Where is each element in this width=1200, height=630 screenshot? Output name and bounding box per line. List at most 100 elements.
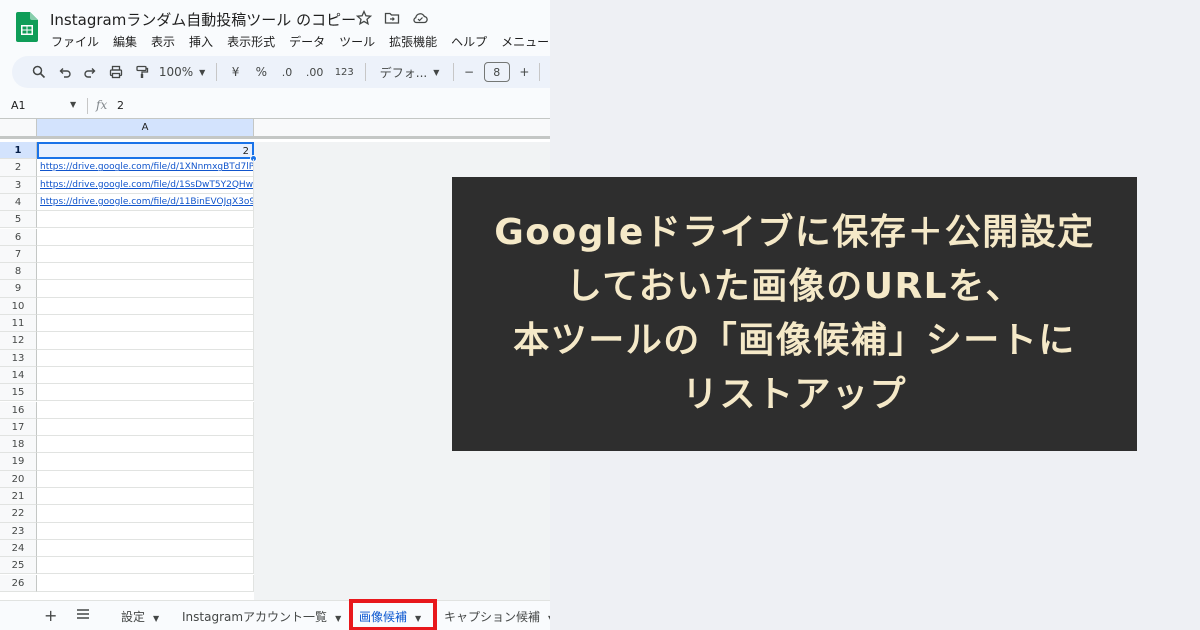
- table-cell[interactable]: [37, 505, 254, 523]
- table-cell[interactable]: [37, 436, 254, 454]
- formula-bar: A1 ▼ fx 2: [0, 95, 550, 117]
- row-header[interactable]: 26: [0, 574, 37, 592]
- row-header[interactable]: 1: [0, 142, 37, 160]
- table-cell[interactable]: [37, 539, 254, 558]
- currency-format-button[interactable]: ¥: [223, 60, 249, 84]
- table-cell[interactable]: [37, 488, 254, 506]
- row-header[interactable]: 3: [0, 176, 37, 194]
- table-cell[interactable]: [37, 211, 254, 229]
- row-header[interactable]: 21: [0, 488, 37, 506]
- menu-insert[interactable]: 挿入: [189, 33, 213, 50]
- tab-settings[interactable]: 設定 ▼: [121, 608, 159, 625]
- row-header[interactable]: 14: [0, 366, 37, 385]
- row-header[interactable]: 6: [0, 228, 37, 246]
- row-header[interactable]: 20: [0, 470, 37, 488]
- table-cell[interactable]: [37, 332, 254, 350]
- row-header[interactable]: 16: [0, 401, 37, 419]
- row-header[interactable]: 17: [0, 418, 37, 437]
- zoom-select[interactable]: 100% ▼: [154, 60, 209, 84]
- row-header[interactable]: 12: [0, 332, 37, 350]
- increase-decimal-button[interactable]: .00: [300, 60, 330, 84]
- row-header[interactable]: 8: [0, 263, 37, 281]
- menu-help[interactable]: ヘルプ: [451, 33, 487, 50]
- menu-bar: ファイル 編集 表示 挿入 表示形式 データ ツール 拡張機能 ヘルプ メニュー: [51, 33, 549, 50]
- row-header[interactable]: 25: [0, 557, 37, 575]
- row-header[interactable]: 13: [0, 349, 37, 367]
- table-cell[interactable]: [37, 574, 254, 592]
- selected-cell[interactable]: 2: [37, 142, 254, 160]
- menu-edit[interactable]: 編集: [113, 33, 137, 50]
- cloud-saved-icon[interactable]: [412, 10, 428, 26]
- table-cell[interactable]: [37, 557, 254, 575]
- menu-file[interactable]: ファイル: [51, 33, 99, 50]
- chevron-down-icon[interactable]: ▼: [335, 614, 341, 623]
- table-cell[interactable]: [37, 453, 254, 471]
- menu-format[interactable]: 表示形式: [227, 33, 275, 50]
- redo-icon[interactable]: [77, 60, 103, 84]
- more-formats-button[interactable]: 123: [329, 60, 359, 84]
- table-cell[interactable]: [37, 315, 254, 333]
- paint-format-icon[interactable]: [129, 60, 155, 84]
- undo-icon[interactable]: [52, 60, 78, 84]
- move-folder-icon[interactable]: [384, 10, 400, 26]
- table-cell[interactable]: [37, 401, 254, 419]
- table-cell[interactable]: [37, 384, 254, 402]
- percent-format-button[interactable]: %: [248, 60, 274, 84]
- chevron-down-icon: ▼: [433, 67, 440, 77]
- chevron-down-icon[interactable]: ▼: [153, 614, 159, 623]
- row-header[interactable]: 9: [0, 280, 37, 298]
- table-cell[interactable]: [37, 228, 254, 246]
- table-cell[interactable]: [37, 245, 254, 264]
- google-sheets-logo-icon[interactable]: [16, 12, 38, 42]
- chevron-down-icon[interactable]: ▼: [70, 100, 76, 109]
- increase-font-size-button[interactable]: +: [516, 60, 534, 84]
- row-header[interactable]: 11: [0, 315, 37, 333]
- row-header[interactable]: 15: [0, 384, 37, 402]
- star-icon[interactable]: [355, 9, 373, 26]
- decrease-font-size-button[interactable]: −: [460, 60, 478, 84]
- menu-data[interactable]: データ: [289, 33, 325, 50]
- row-header[interactable]: 23: [0, 522, 37, 540]
- row-header[interactable]: 22: [0, 505, 37, 523]
- row-header[interactable]: 18: [0, 436, 37, 454]
- menu-custom[interactable]: メニュー: [501, 33, 549, 50]
- row-header[interactable]: 7: [0, 245, 37, 264]
- table-cell[interactable]: [37, 366, 254, 385]
- row-header[interactable]: 24: [0, 539, 37, 558]
- column-header-a[interactable]: A: [37, 119, 254, 139]
- table-cell[interactable]: https://drive.google.com/file/d/11BinEVO…: [37, 193, 254, 212]
- table-cell[interactable]: https://drive.google.com/file/d/1SsDwT5Y…: [37, 176, 254, 194]
- table-cell[interactable]: [37, 522, 254, 540]
- all-sheets-menu-icon[interactable]: [76, 607, 90, 621]
- tab-caption-candidates[interactable]: キャプション候補 ▼: [444, 608, 550, 625]
- row-header[interactable]: 5: [0, 211, 37, 229]
- menu-tools[interactable]: ツール: [339, 33, 375, 50]
- bold-button[interactable]: B: [546, 60, 550, 84]
- table-cell[interactable]: [37, 280, 254, 298]
- name-box[interactable]: A1: [11, 99, 26, 112]
- search-icon[interactable]: [26, 60, 52, 84]
- print-icon[interactable]: [103, 60, 129, 84]
- table-cell[interactable]: [37, 470, 254, 488]
- table-cell[interactable]: [37, 349, 254, 367]
- chevron-down-icon[interactable]: ▼: [548, 614, 550, 623]
- row-header[interactable]: 4: [0, 193, 37, 212]
- add-sheet-button[interactable]: +: [44, 606, 57, 625]
- table-cell[interactable]: [37, 418, 254, 437]
- table-cell[interactable]: https://drive.google.com/file/d/1XNnmxgB…: [37, 159, 254, 177]
- select-all-corner[interactable]: [0, 119, 37, 139]
- table-cell[interactable]: [37, 297, 254, 315]
- menu-view[interactable]: 表示: [151, 33, 175, 50]
- table-cell[interactable]: [37, 263, 254, 281]
- sheet-tab-bar: + 設定▼ Instagramアカウント一覧▼ 画像候補▼ キャプション候補▼: [0, 599, 550, 630]
- decrease-decimal-button[interactable]: .0: [274, 60, 300, 84]
- row-header[interactable]: 19: [0, 453, 37, 471]
- row-header[interactable]: 2: [0, 159, 37, 177]
- document-title[interactable]: Instagramランダム自動投稿ツール のコピー: [50, 9, 356, 30]
- tab-instagram-accounts[interactable]: Instagramアカウント一覧 ▼: [182, 608, 341, 625]
- font-select[interactable]: デフォ... ▼: [372, 60, 447, 84]
- font-size-input[interactable]: 8: [483, 62, 510, 82]
- menu-extensions[interactable]: 拡張機能: [389, 33, 437, 50]
- row-header[interactable]: 10: [0, 297, 37, 315]
- formula-input[interactable]: 2: [117, 99, 124, 112]
